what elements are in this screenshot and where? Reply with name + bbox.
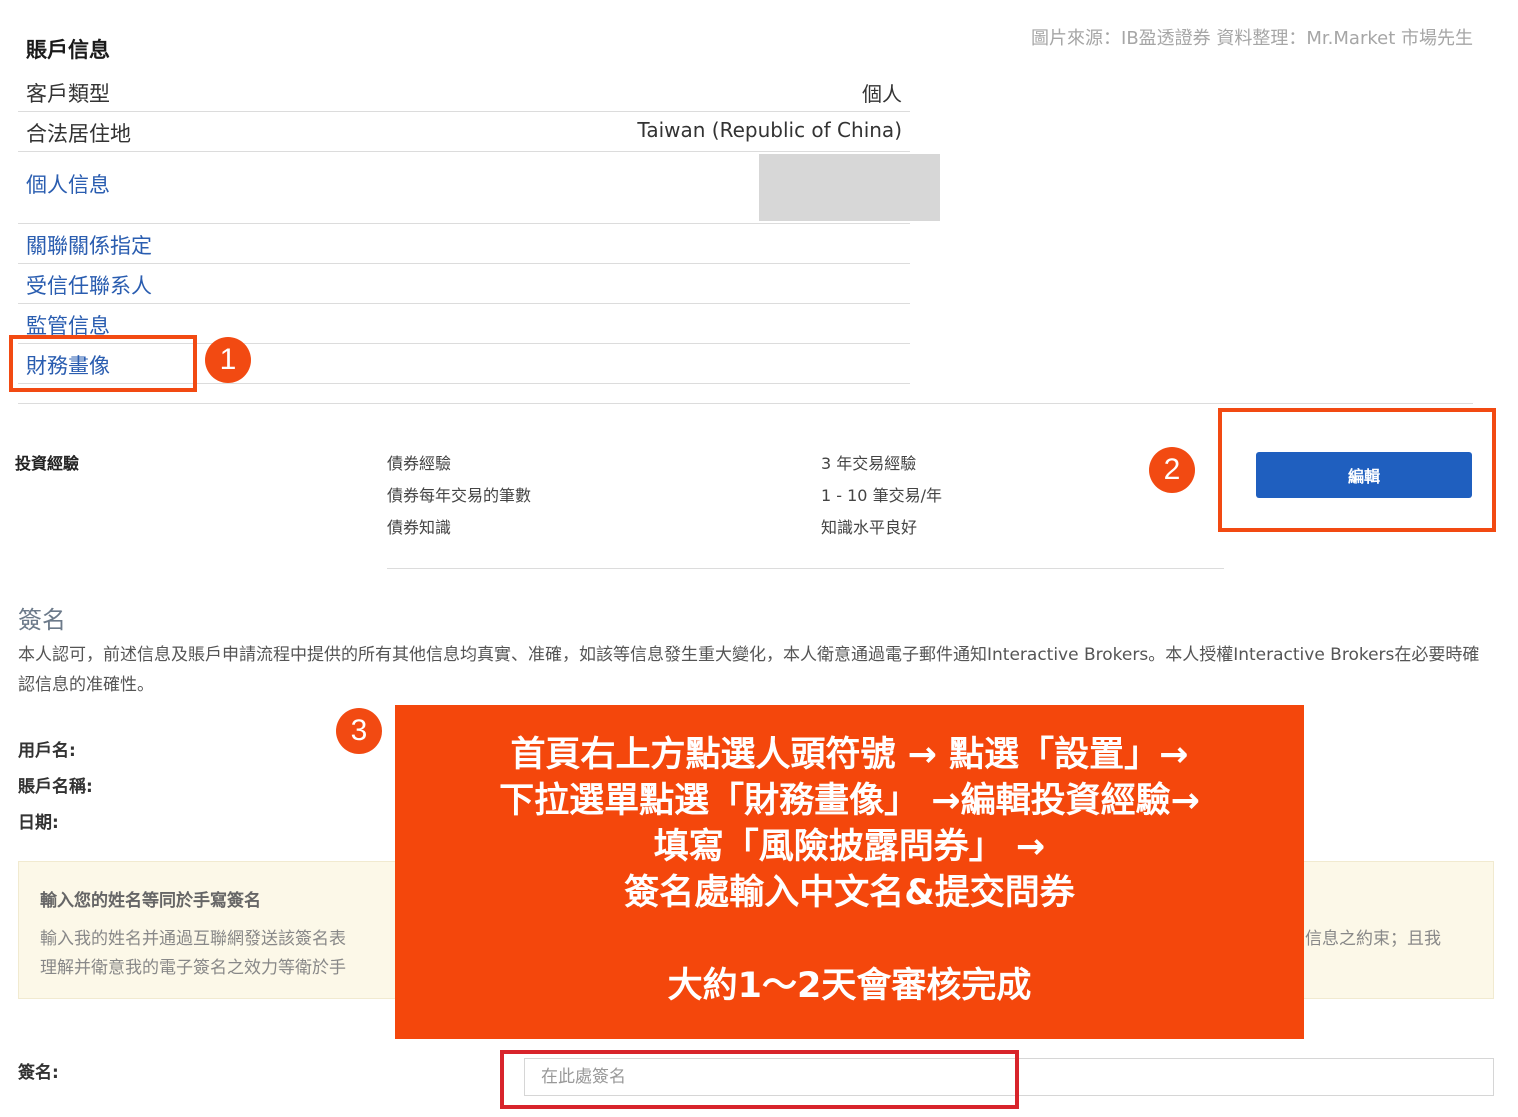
step-marker-2: 2 — [1149, 447, 1195, 493]
step-marker-1: 1 — [205, 337, 251, 383]
client-type-row: 客戶類型 個人 — [18, 72, 910, 112]
redacted-area — [759, 154, 940, 221]
notice-text-line2: 理解并衛意我的電子簽名之效力等衛於手 — [40, 958, 346, 978]
section-divider — [18, 403, 1473, 404]
notice-title: 輸入您的姓名等同於手寫簽名 — [40, 891, 261, 911]
link-related-party-label[interactable]: 關聯關係指定 — [26, 230, 152, 260]
highlight-box-signature — [500, 1050, 1019, 1109]
link-related-party[interactable]: 關聯關係指定 — [18, 224, 910, 264]
client-type-value: 個人 — [862, 82, 902, 106]
client-type-label: 客戶類型 — [26, 82, 110, 106]
signature-declaration: 本人認可，前述信息及賬戶申請流程中提供的所有其他信息均真實、准確，如該等信息發生… — [18, 645, 1480, 695]
investment-experience-title: 投資經驗 — [15, 454, 80, 473]
callout-line-1: 首頁右上方點選人頭符號 → 點選「設置」→ — [510, 735, 1189, 775]
bond-trades-value: 1 - 10 筆交易/年 — [821, 486, 942, 505]
bond-experience-value: 3 年交易經驗 — [821, 454, 917, 473]
bond-trades-label: 債券每年交易的筆數 — [387, 486, 532, 505]
edit-button[interactable]: 編輯 — [1256, 452, 1472, 498]
callout-footer: 大約1～2天會審核完成 — [667, 966, 1032, 1006]
notice-text-line1-start: 輸入我的姓名并通過互聯網發送該簽名表 — [40, 929, 346, 949]
highlight-box-1 — [9, 335, 197, 392]
callout-line-2: 下拉選單點選「財務畫像」 →編輯投資經驗→ — [499, 781, 1200, 821]
callout-line-4: 簽名處輸入中文名&提交問券 — [624, 873, 1075, 913]
date-label: 日期: — [18, 813, 59, 833]
username-label: 用戶名: — [18, 741, 76, 761]
sign-label: 簽名: — [18, 1063, 59, 1083]
link-trusted-contact[interactable]: 受信任聯系人 — [18, 264, 910, 304]
bond-experience-label: 債券經驗 — [387, 454, 452, 473]
residence-row: 合法居住地 Taiwan (Republic of China) — [18, 112, 910, 152]
account-info-title: 賬戶信息 — [26, 38, 110, 62]
residence-label: 合法居住地 — [26, 122, 131, 146]
investment-divider — [387, 568, 1224, 569]
notice-text-line1-end: 信息之約束；且我 — [1305, 929, 1441, 949]
bond-knowledge-label: 債券知識 — [387, 518, 452, 537]
step-marker-3: 3 — [336, 708, 382, 754]
account-name-label: 賬戶名稱: — [18, 777, 93, 797]
source-credit: 圖片來源：IB盈透證券 資料整理：Mr.Market 市場先生 — [1031, 28, 1473, 49]
link-personal-info-label[interactable]: 個人信息 — [26, 169, 110, 199]
callout-line-3: 填寫「風險披露問券」 → — [653, 827, 1046, 867]
residence-value: Taiwan (Republic of China) — [637, 118, 902, 142]
instruction-callout: 首頁右上方點選人頭符號 → 點選「設置」→ 下拉選單點選「財務畫像」 →編輯投資… — [395, 705, 1304, 1039]
bond-knowledge-value: 知識水平良好 — [821, 518, 918, 537]
link-trusted-contact-label[interactable]: 受信任聯系人 — [26, 270, 152, 300]
signature-title: 簽名 — [18, 606, 66, 634]
